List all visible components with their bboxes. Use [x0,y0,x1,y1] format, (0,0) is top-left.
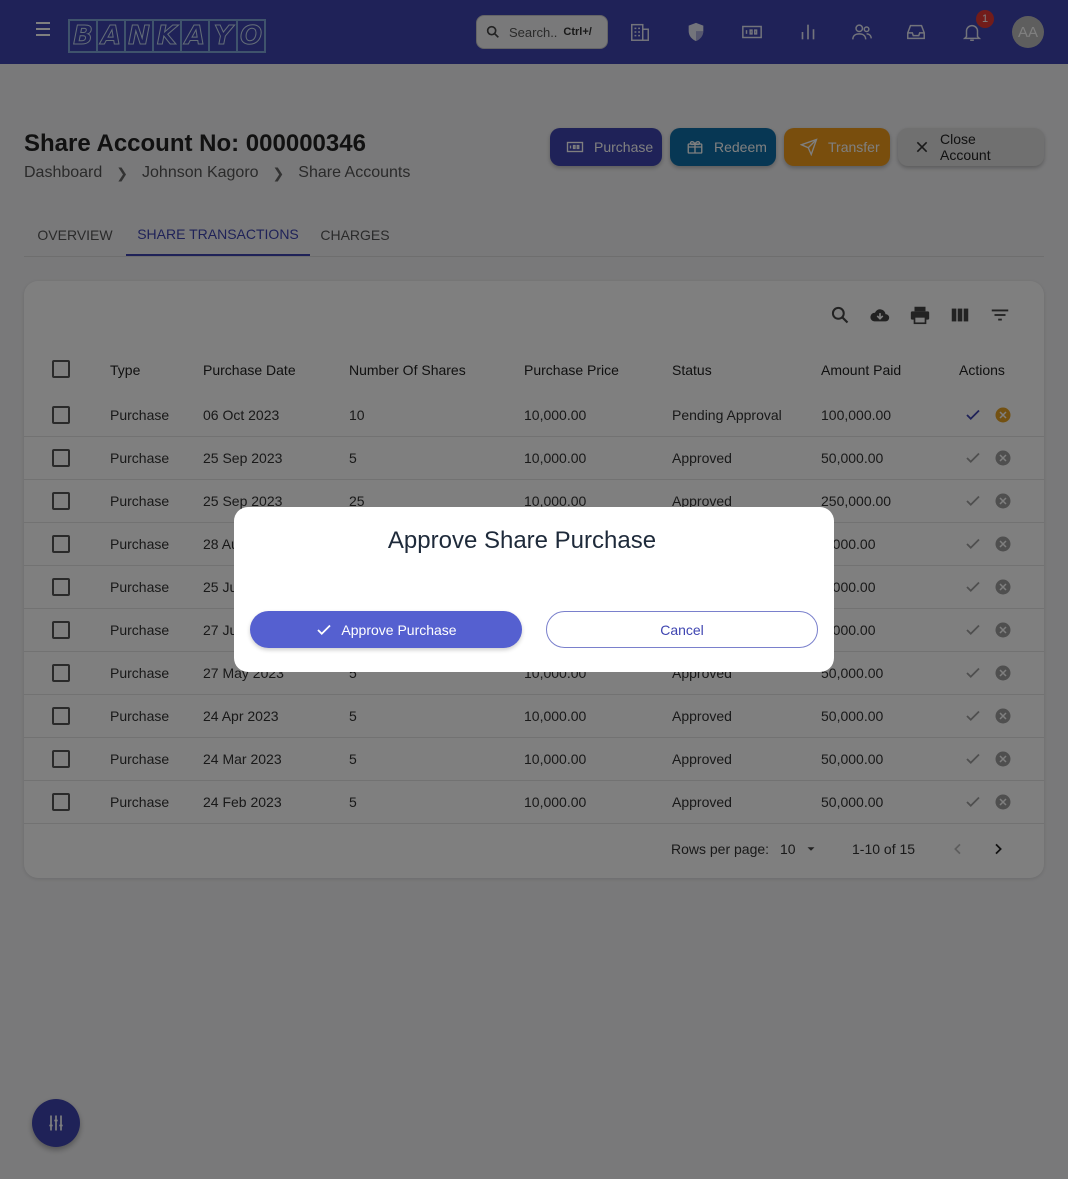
dialog-title: Approve Share Purchase [387,527,657,554]
check-icon [317,624,332,635]
approve-purchase-label: Approve Purchase [341,621,457,638]
approve-purchase-dialog: Approve Share Purchase Approve Purchase … [234,507,834,672]
cancel-button[interactable]: Cancel [546,611,818,648]
approve-purchase-button[interactable]: Approve Purchase [250,611,522,648]
